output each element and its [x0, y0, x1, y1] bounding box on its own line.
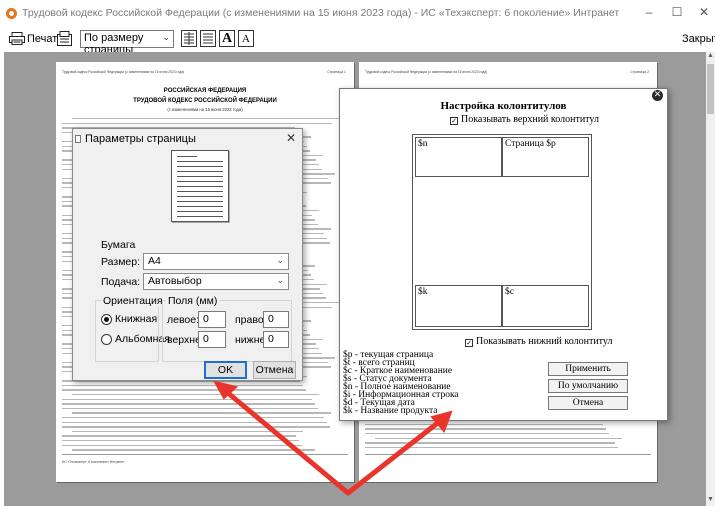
annotation-arrows [213, 380, 453, 496]
arrow-to-ok-button [219, 385, 351, 496]
arrow-to-cancel-button [345, 415, 447, 496]
